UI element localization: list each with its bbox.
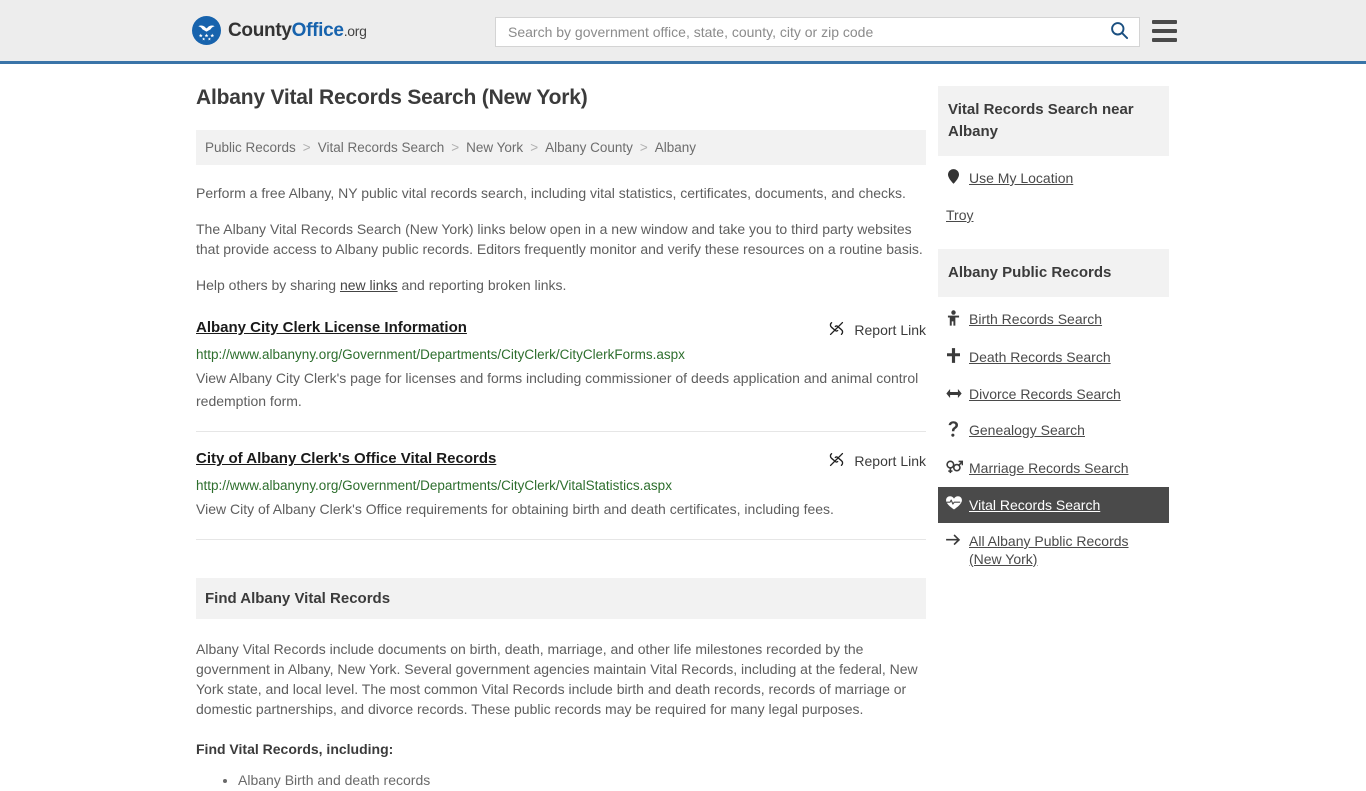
sidebar-item-marriage-records-search[interactable]: Marriage Records Search <box>938 450 1169 487</box>
arrow-right-icon <box>946 532 961 550</box>
sidebar-item-label[interactable]: Vital Records Search <box>969 496 1100 514</box>
find-records-subheading: Find Vital Records, including: <box>196 741 394 757</box>
result-url: http://www.albanyny.org/Government/Depar… <box>196 347 685 362</box>
report-link-button[interactable]: Report Link <box>828 319 926 340</box>
sidebar-item-birth-records-search[interactable]: Birth Records Search <box>938 301 1169 339</box>
double-arrow-icon <box>946 385 962 403</box>
intro-paragraph-1: Perform a free Albany, NY public vital r… <box>196 185 906 201</box>
help-paragraph: Help others by sharing new links and rep… <box>196 275 926 295</box>
report-link-button[interactable]: Report Link <box>828 450 926 471</box>
intro-paragraphs: Perform a free Albany, NY public vital r… <box>196 183 926 295</box>
sidebar-item-label[interactable]: Divorce Records Search <box>969 385 1121 403</box>
hamburger-bar-3 <box>1152 38 1177 42</box>
hamburger-menu-icon[interactable] <box>1152 20 1177 42</box>
sidebar-item-label[interactable]: Birth Records Search <box>969 310 1102 328</box>
result-title-link[interactable]: Albany City Clerk License Information <box>196 319 467 336</box>
intro-paragraph-2: The Albany Vital Records Search (New Yor… <box>196 221 923 257</box>
search-input[interactable] <box>496 18 1099 46</box>
sidebar: Vital Records Search near Albany Use My … <box>938 86 1169 593</box>
breadcrumb-item-3[interactable]: Albany County <box>545 140 633 155</box>
report-link-label: Report Link <box>854 322 926 338</box>
breadcrumb-separator: > <box>451 140 460 155</box>
public-records-box: Albany Public Records Birth Records Sear… <box>938 249 1169 577</box>
sidebar-item-divorce-records-search[interactable]: Divorce Records Search <box>938 376 1169 412</box>
sidebar-item-label[interactable]: Use My Location <box>969 169 1073 187</box>
sidebar-item-genealogy-search[interactable]: Genealogy Search <box>938 412 1169 450</box>
help-prefix: Help others by sharing <box>196 277 340 293</box>
sidebar-item-all-albany-public-records-new-york[interactable]: All Albany Public Records (New York) <box>938 523 1169 577</box>
nearby-search-list: Use My Location Troy <box>938 156 1169 233</box>
hamburger-bar-2 <box>1152 29 1177 33</box>
sidebar-item-use-my-location[interactable]: Use My Location <box>938 160 1169 197</box>
breadcrumb-item-4[interactable]: Albany <box>655 140 696 155</box>
logo-text-office: Office <box>291 19 344 41</box>
venus-mars-icon <box>946 459 964 478</box>
broken-link-icon <box>828 451 845 471</box>
sidebar-item-label[interactable]: Marriage Records Search <box>969 459 1129 477</box>
sidebar-item-vital-records-search[interactable]: Vital Records Search <box>938 487 1169 523</box>
broken-link-icon <box>828 320 845 340</box>
result-item: Albany City Clerk License Information Rep… <box>196 319 926 432</box>
find-records-item: Albany Birth and death records <box>238 769 926 791</box>
find-records-section: Find Albany Vital Records Albany Vital R… <box>196 578 926 791</box>
nearby-search-box: Vital Records Search near Albany Use My … <box>938 86 1169 233</box>
result-header: Albany City Clerk License Information Rep… <box>196 319 926 340</box>
new-links-link[interactable]: new links <box>340 277 398 293</box>
result-header: City of Albany Clerk's Office Vital Reco… <box>196 450 926 471</box>
breadcrumb-item-1[interactable]: Vital Records Search <box>318 140 445 155</box>
find-records-heading: Find Albany Vital Records <box>196 578 926 619</box>
baby-icon <box>946 310 960 330</box>
logo-text-county: County <box>228 19 292 41</box>
public-records-heading: Albany Public Records <box>938 249 1169 297</box>
find-records-paragraph: Albany Vital Records include documents o… <box>196 641 918 717</box>
result-url: http://www.albanyny.org/Government/Depar… <box>196 478 672 493</box>
results-list: Albany City Clerk License Information Rep… <box>196 319 926 540</box>
search-icon <box>1110 21 1129 43</box>
breadcrumb-separator: > <box>639 140 648 155</box>
nearby-search-heading: Vital Records Search near Albany <box>938 86 1169 156</box>
find-records-body: Albany Vital Records include documents o… <box>196 639 926 791</box>
result-description: View City of Albany Clerk's Office requi… <box>196 501 834 517</box>
sidebar-item-label[interactable]: All Albany Public Records (New York) <box>969 532 1161 568</box>
search-button[interactable] <box>1099 18 1139 46</box>
report-link-label: Report Link <box>854 453 926 469</box>
public-records-list: Birth Records Search Death Records Search… <box>938 297 1169 577</box>
result-title-link[interactable]: City of Albany Clerk's Office Vital Reco… <box>196 450 496 467</box>
logo-wordmark: CountyOffice.org <box>228 20 367 42</box>
search-bar <box>495 17 1140 47</box>
sidebar-item-label[interactable]: Death Records Search <box>969 348 1111 366</box>
breadcrumb-separator: > <box>302 140 311 155</box>
hamburger-bar-1 <box>1152 20 1177 24</box>
site-logo[interactable]: CountyOffice.org <box>192 16 367 45</box>
sidebar-item-death-records-search[interactable]: Death Records Search <box>938 339 1169 376</box>
help-suffix: and reporting broken links. <box>397 277 567 293</box>
map-pin-icon <box>946 169 960 188</box>
site-header: CountyOffice.org <box>0 0 1366 64</box>
cross-icon <box>946 348 960 367</box>
breadcrumb-item-2[interactable]: New York <box>466 140 523 155</box>
heartbeat-icon <box>946 496 962 514</box>
eagle-stars-emblem-icon <box>192 16 221 45</box>
sidebar-item-label[interactable]: Troy <box>946 206 973 224</box>
breadcrumb-item-0[interactable]: Public Records <box>205 140 296 155</box>
breadcrumb: Public Records > Vital Records Search > New … <box>196 130 926 165</box>
main-content: Albany Vital Records Search (New York) P… <box>196 86 926 791</box>
breadcrumb-separator: > <box>530 140 539 155</box>
find-records-items: Albany Birth and death records <box>196 769 926 791</box>
question-mark-icon <box>946 421 960 441</box>
sidebar-item-label[interactable]: Genealogy Search <box>969 421 1085 439</box>
result-description: View Albany City Clerk's page for licens… <box>196 370 919 409</box>
result-item: City of Albany Clerk's Office Vital Reco… <box>196 450 926 540</box>
sidebar-item-troy[interactable]: Troy <box>938 197 1169 233</box>
logo-text-org: .org <box>343 22 367 39</box>
page-title: Albany Vital Records Search (New York) <box>196 86 588 109</box>
